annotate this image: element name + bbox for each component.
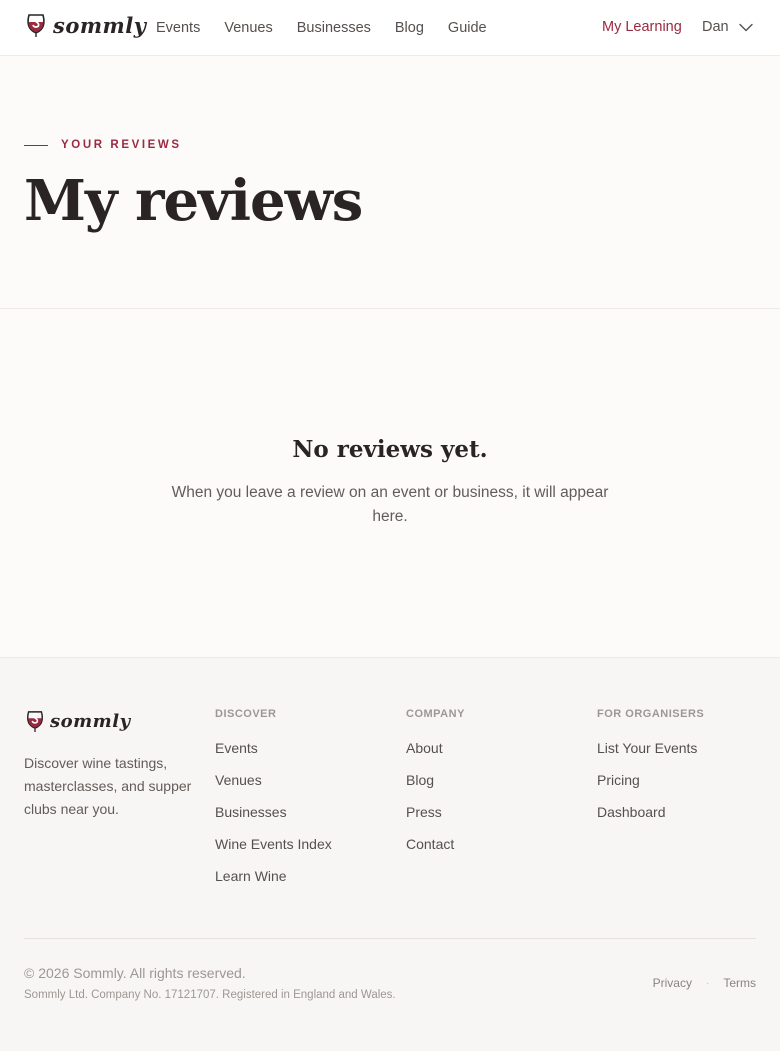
eyebrow-label: YOUR REVIEWS bbox=[61, 139, 182, 151]
footer-link-events[interactable]: Events bbox=[215, 740, 332, 772]
footer-heading: DISCOVER bbox=[215, 708, 277, 720]
footer-tagline: Discover wine tastings, masterclasses, a… bbox=[24, 755, 192, 817]
footer-column-organisers: FOR ORGANISERS List Your Events Pricing … bbox=[597, 708, 704, 836]
eyebrow: YOUR REVIEWS bbox=[24, 139, 182, 151]
footer-link-blog[interactable]: Blog bbox=[406, 772, 465, 804]
company-registration-text: Sommly Ltd. Company No. 17121707. Regist… bbox=[24, 989, 396, 1001]
user-name: Dan bbox=[702, 19, 729, 35]
footer-link-list-your-events[interactable]: List Your Events bbox=[597, 740, 704, 772]
nav-guide[interactable]: Guide bbox=[448, 20, 487, 36]
footer-link-learn-wine[interactable]: Learn Wine bbox=[215, 868, 332, 900]
footer-heading: FOR ORGANISERS bbox=[597, 708, 705, 720]
user-menu-button[interactable]: Dan bbox=[702, 19, 753, 35]
nav-my-learning[interactable]: My Learning bbox=[602, 19, 682, 35]
footer-link-venues[interactable]: Venues bbox=[215, 772, 332, 804]
page-title: My reviews bbox=[24, 168, 363, 234]
legal-links: Privacy · Terms bbox=[653, 976, 756, 990]
footer-link-about[interactable]: About bbox=[406, 740, 465, 772]
footer-link-dashboard[interactable]: Dashboard bbox=[597, 804, 704, 836]
footer-link-businesses[interactable]: Businesses bbox=[215, 804, 332, 836]
footer-link-wine-events-index[interactable]: Wine Events Index bbox=[215, 836, 332, 868]
footer-logo-wordmark: sommly bbox=[50, 710, 131, 732]
eyebrow-line bbox=[24, 144, 48, 146]
copyright-text: © 2026 Sommly. All rights reserved. bbox=[24, 965, 246, 981]
terms-link[interactable]: Terms bbox=[723, 976, 756, 990]
privacy-link[interactable]: Privacy bbox=[653, 976, 692, 990]
nav-businesses[interactable]: Businesses bbox=[297, 20, 371, 36]
nav-events[interactable]: Events bbox=[156, 20, 200, 36]
nav-venues[interactable]: Venues bbox=[224, 20, 272, 36]
page-header: YOUR REVIEWS My reviews bbox=[0, 57, 780, 309]
main-nav: Events Venues Businesses Blog Guide bbox=[156, 0, 511, 56]
footer-column-discover: DISCOVER Events Venues Businesses Wine E… bbox=[215, 708, 332, 900]
legal-separator: · bbox=[705, 977, 710, 989]
site-footer: sommly Discover wine tastings, mastercla… bbox=[0, 657, 780, 1051]
footer-link-press[interactable]: Press bbox=[406, 804, 465, 836]
nav-blog[interactable]: Blog bbox=[395, 20, 424, 36]
empty-state-title: No reviews yet. bbox=[292, 436, 488, 463]
footer-column-company: COMPANY About Blog Press Contact bbox=[406, 708, 465, 868]
wine-glass-logo-icon bbox=[27, 14, 45, 37]
footer-logo-link[interactable]: sommly bbox=[24, 708, 131, 734]
footer-heading: COMPANY bbox=[406, 708, 465, 720]
logo-wordmark: sommly bbox=[53, 12, 147, 38]
wine-glass-logo-icon bbox=[26, 711, 44, 732]
top-nav: sommly Events Venues Businesses Blog Gui… bbox=[0, 0, 780, 56]
footer-link-contact[interactable]: Contact bbox=[406, 836, 465, 868]
empty-state-text: When you leave a review on an event or b… bbox=[171, 484, 609, 525]
footer-divider bbox=[24, 938, 756, 939]
chevron-down-icon bbox=[738, 23, 753, 32]
logo-link[interactable]: sommly bbox=[24, 11, 146, 39]
footer-link-pricing[interactable]: Pricing bbox=[597, 772, 704, 804]
